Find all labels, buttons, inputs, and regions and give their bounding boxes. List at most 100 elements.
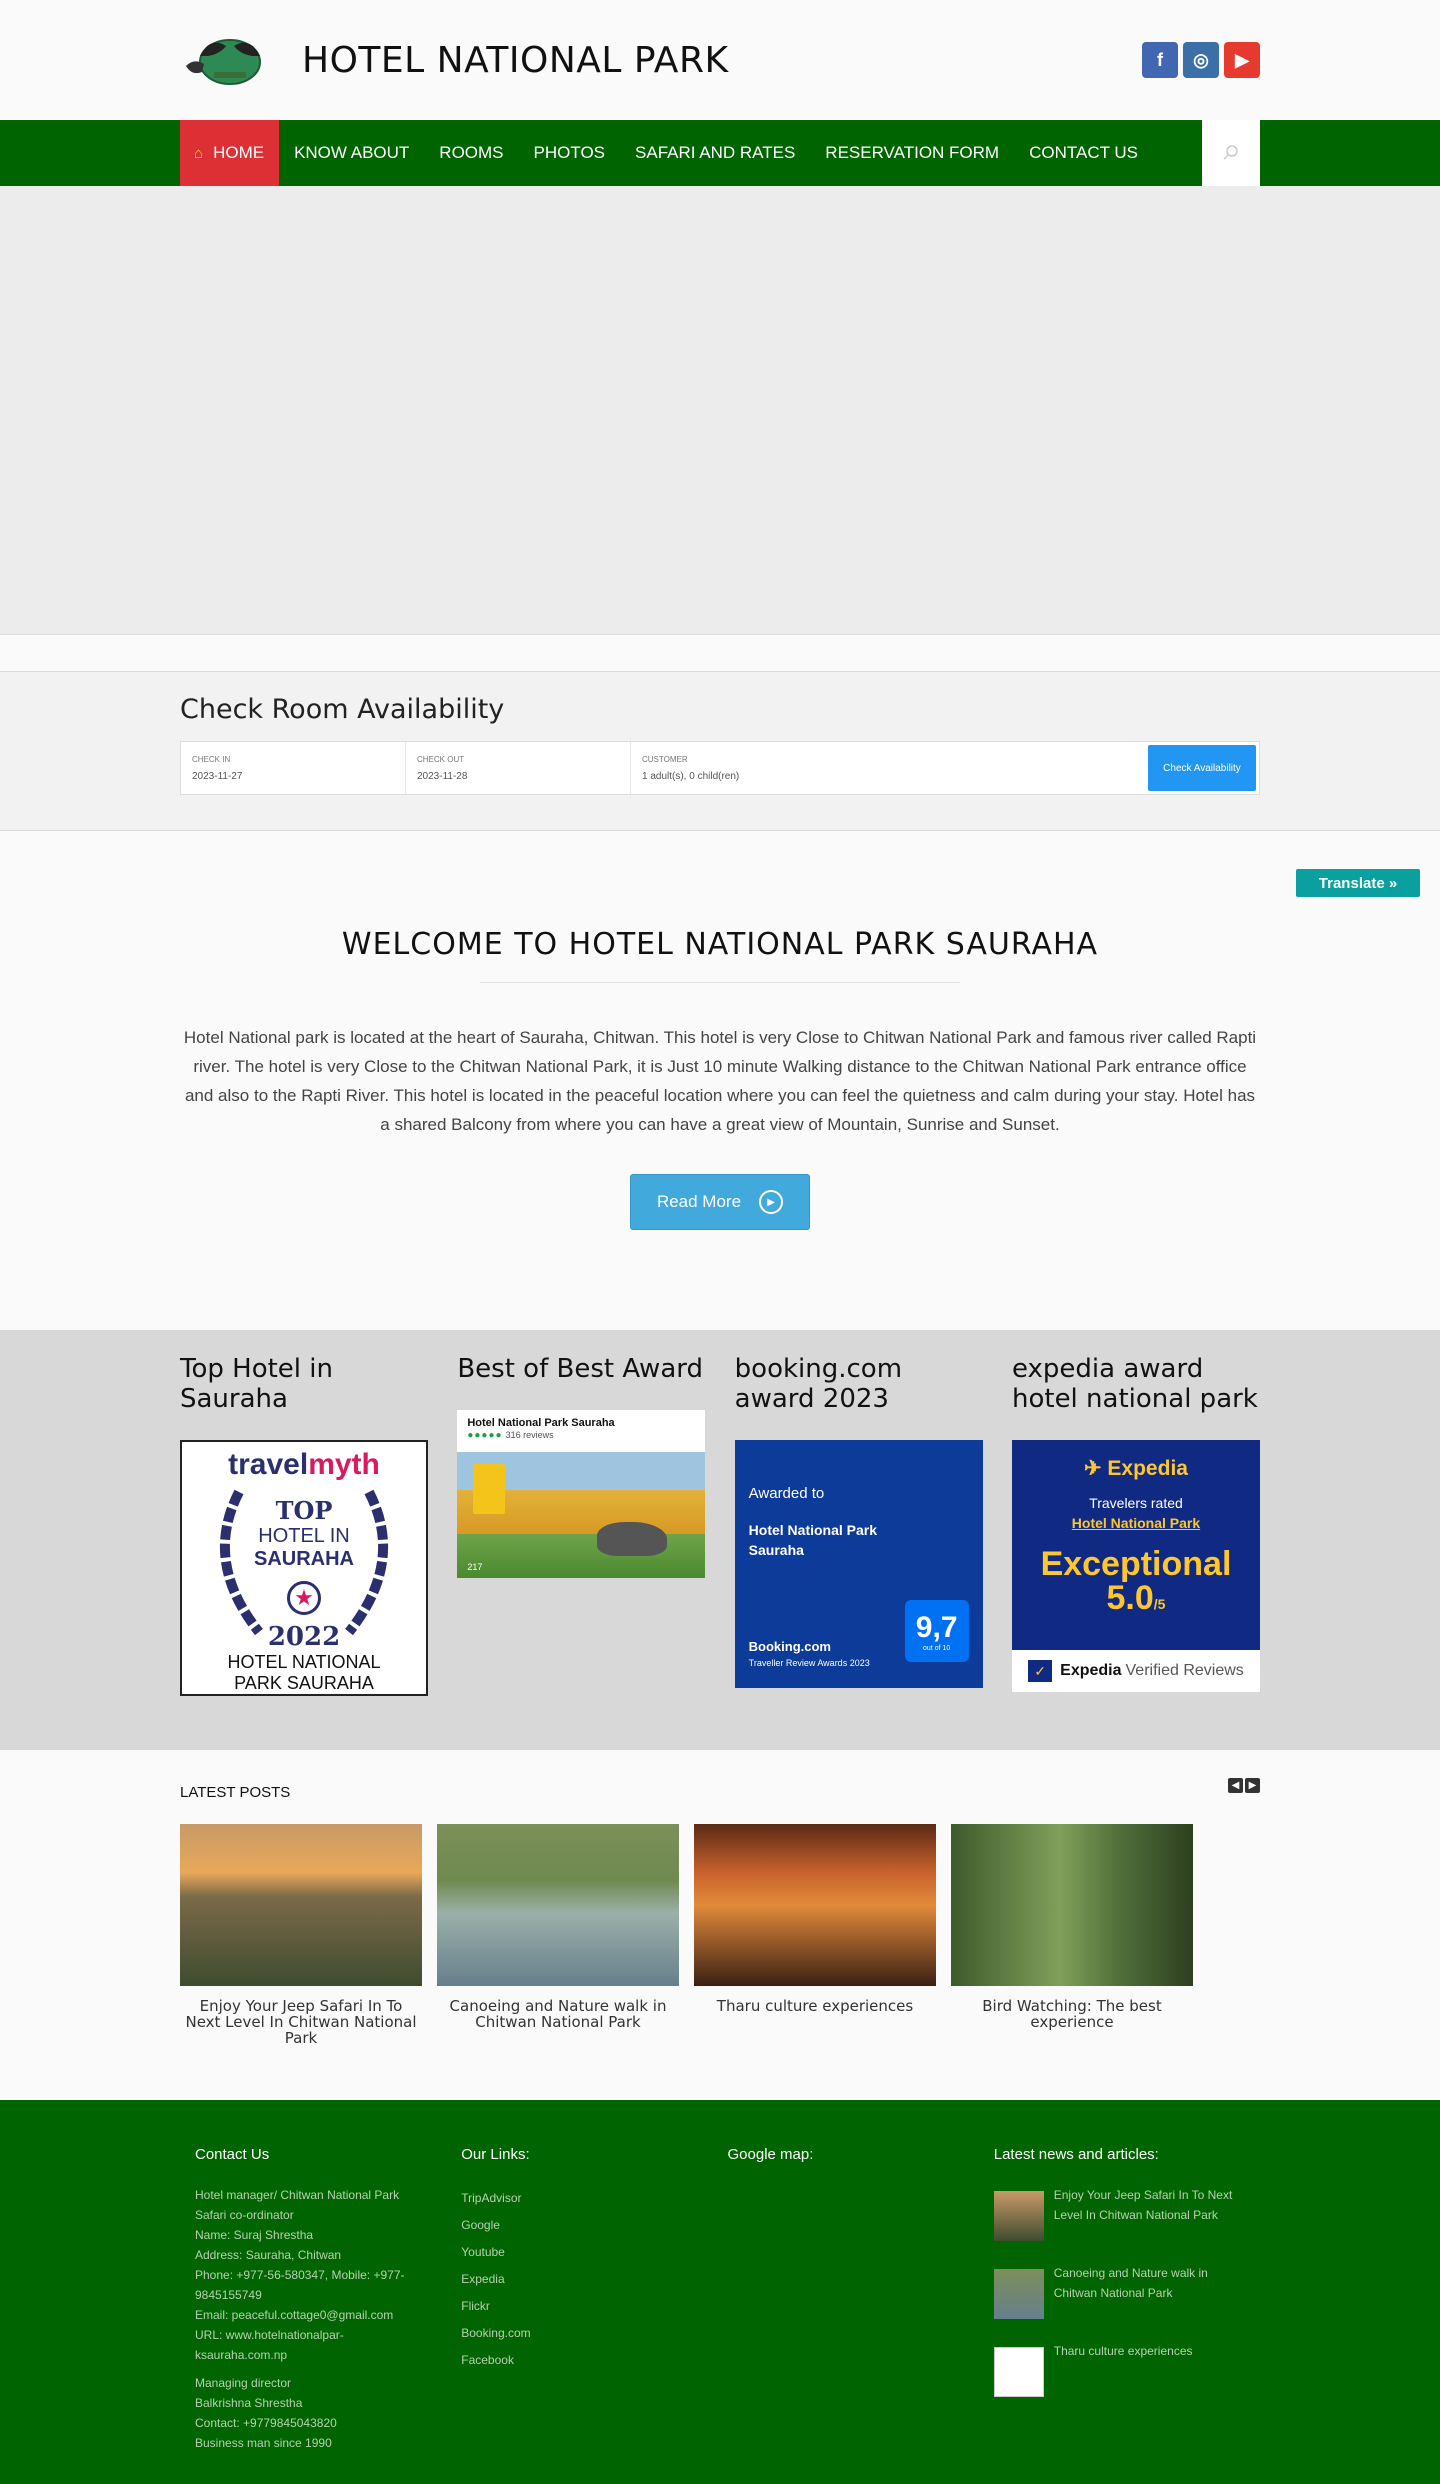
booking-badge[interactable]: Awarded to Hotel National Park Sauraha B… xyxy=(734,1440,983,1688)
next-arrow-icon[interactable]: ▶ xyxy=(1245,1778,1260,1793)
news-thumbnail[interactable] xyxy=(993,2347,1044,2397)
booking-brand: Booking.com xyxy=(748,1639,831,1654)
score-scale: out of 10 xyxy=(923,1644,951,1652)
post-title[interactable]: Enjoy Your Jeep Safari In To Next Level … xyxy=(180,1998,422,2046)
award-card: Top Hotel in Sauraha travelmyth TOP HOTE… xyxy=(180,1354,428,1696)
news-item[interactable]: Tharu culture experiences xyxy=(993,2341,1260,2397)
expedia-logo: ✈ Expedia xyxy=(1084,1456,1188,1481)
check-in-field[interactable]: CHECK IN 2023-11-27 xyxy=(181,742,406,794)
facebook-icon[interactable]: f xyxy=(1142,42,1178,78)
post-title[interactable]: Bird Watching: The best experience xyxy=(951,1998,1193,2030)
brand[interactable]: HOTEL NATIONAL PARK xyxy=(180,32,729,88)
post-item[interactable]: Canoeing and Nature walk in Chitwan Nati… xyxy=(437,1824,679,2046)
nav-reservation-form[interactable]: RESERVATION FORM xyxy=(810,120,1014,186)
rating-dots: ●●●●● xyxy=(467,1430,503,1441)
home-icon: ⌂ xyxy=(194,144,204,162)
translate-button[interactable]: Translate » xyxy=(1296,869,1420,897)
award-title: booking.com award 2023 xyxy=(734,1354,903,1414)
nav-photos[interactable]: PHOTOS xyxy=(519,120,620,186)
footer-link-youtube[interactable]: Youtube xyxy=(461,2239,727,2266)
availability-form: CHECK IN 2023-11-27 CHECK OUT 2023-11-28… xyxy=(180,741,1260,795)
footer-link-google[interactable]: Google xyxy=(461,2212,727,2239)
post-item[interactable]: Tharu culture experiences xyxy=(694,1824,936,2046)
footer-link-facebook[interactable]: Facebook xyxy=(461,2347,727,2374)
logo-image[interactable] xyxy=(180,32,276,88)
footer-link-flickr[interactable]: Flickr xyxy=(461,2293,727,2320)
verified-text: Verified Reviews xyxy=(1125,1662,1244,1679)
verified-brand: Expedia xyxy=(1060,1662,1122,1679)
post-item[interactable]: Enjoy Your Jeep Safari In To Next Level … xyxy=(180,1824,422,2046)
hero-slider[interactable] xyxy=(0,186,1440,635)
latest-posts-section: LATEST POSTS ◀ ▶ Enjoy Your Jeep Safari … xyxy=(0,1750,1440,2100)
youtube-icon[interactable]: ▶ xyxy=(1224,42,1260,78)
award-card: booking.com award 2023 Awarded to Hotel … xyxy=(734,1354,983,1696)
news-thumbnail[interactable] xyxy=(993,2269,1044,2319)
expedia-score: 5.0/5 xyxy=(1107,1581,1166,1621)
site-title[interactable]: HOTEL NATIONAL PARK xyxy=(302,40,729,81)
check-out-field[interactable]: CHECK OUT 2023-11-28 xyxy=(406,742,631,794)
awards-section: Top Hotel in Sauraha travelmyth TOP HOTE… xyxy=(0,1330,1440,1750)
footer-contact: Contact Us Hotel manager/ Chitwan Nation… xyxy=(195,2146,461,2453)
site-footer: Contact Us Hotel manager/ Chitwan Nation… xyxy=(0,2100,1440,2484)
travelmyth-logo-a: travel xyxy=(228,1448,309,1481)
contact-line: Email: peaceful.cottage0@gmail.com xyxy=(195,2308,394,2322)
check-in-value[interactable]: 2023-11-27 xyxy=(192,771,394,782)
customer-value[interactable]: 1 adult(s), 0 child(ren) xyxy=(642,771,1134,782)
news-title[interactable]: Canoeing and Nature walk in Chitwan Nati… xyxy=(1054,2263,1244,2319)
booking-score: 9,7 out of 10 xyxy=(904,1600,969,1662)
check-in-label: CHECK IN xyxy=(192,754,231,764)
post-image[interactable] xyxy=(180,1824,422,1986)
footer-link-booking[interactable]: Booking.com xyxy=(461,2320,727,2347)
post-item[interactable]: Bird Watching: The best experience xyxy=(951,1824,1193,2046)
news-item[interactable]: Canoeing and Nature walk in Chitwan Nati… xyxy=(993,2263,1260,2319)
star-icon: ★ xyxy=(287,1580,321,1615)
hotel-photo: 217 xyxy=(457,1452,706,1578)
prev-arrow-icon[interactable]: ◀ xyxy=(1228,1778,1243,1793)
badge-hotel-line1: Hotel National Park xyxy=(748,1522,878,1538)
customer-field[interactable]: CUSTOMER 1 adult(s), 0 child(ren) xyxy=(631,742,1145,794)
awarded-to: Awarded to xyxy=(748,1485,825,1502)
post-title[interactable]: Tharu culture experiences xyxy=(694,1998,936,2014)
tripadvisor-badge[interactable]: Hotel National Park Sauraha ●●●●● 316 re… xyxy=(457,1410,706,1578)
nav-safari-rates[interactable]: SAFARI AND RATES xyxy=(620,120,810,186)
news-title[interactable]: Tharu culture experiences xyxy=(1054,2341,1244,2397)
footer-map: Google map: xyxy=(728,2146,994,2453)
site-header: HOTEL NATIONAL PARK f ◎ ▶ xyxy=(0,0,1440,120)
footer-link-expedia[interactable]: Expedia xyxy=(461,2266,727,2293)
footer-news-title: Latest news and articles: xyxy=(993,2146,1159,2163)
award-card: Best of Best Award Hotel National Park S… xyxy=(457,1354,706,1696)
nav-contact-us[interactable]: CONTACT US xyxy=(1014,120,1153,186)
news-item[interactable]: Enjoy Your Jeep Safari In To Next Level … xyxy=(993,2185,1260,2241)
post-image[interactable] xyxy=(951,1824,1193,1986)
read-more-button[interactable]: Read More ▶ xyxy=(630,1174,810,1230)
search-icon[interactable] xyxy=(1202,120,1260,186)
footer-map-title: Google map: xyxy=(727,2146,814,2163)
check-availability-button[interactable]: Check Availability xyxy=(1148,745,1256,791)
welcome-divider xyxy=(480,982,960,983)
travelmyth-logo: travelmyth xyxy=(228,1448,380,1482)
post-title[interactable]: Canoeing and Nature walk in Chitwan Nati… xyxy=(437,1998,679,2030)
post-list: Enjoy Your Jeep Safari In To Next Level … xyxy=(180,1824,1260,2046)
nav-rooms[interactable]: ROOMS xyxy=(424,120,518,186)
badge-line1: HOTEL IN xyxy=(258,1524,350,1547)
carousel-controls: ◀ ▶ xyxy=(1228,1778,1260,1793)
nav-know-about[interactable]: KNOW ABOUT xyxy=(279,120,424,186)
welcome-section: Translate » WELCOME TO HOTEL NATIONAL PA… xyxy=(0,831,1440,1330)
verified-reviews: ✓ Expedia Verified Reviews xyxy=(1011,1650,1260,1692)
news-thumbnail[interactable] xyxy=(993,2191,1044,2241)
expedia-logo-text: Expedia xyxy=(1107,1457,1188,1480)
nav-home[interactable]: ⌂ HOME xyxy=(180,120,280,186)
nav-home-label: HOME xyxy=(213,143,265,162)
post-image[interactable] xyxy=(437,1824,679,1986)
instagram-icon[interactable]: ◎ xyxy=(1183,42,1219,78)
badge-name2: PARK SAURAHA xyxy=(234,1673,374,1693)
travelmyth-badge[interactable]: travelmyth TOP HOTEL IN SAURAHA ★ 2022 H… xyxy=(180,1440,428,1696)
news-title[interactable]: Enjoy Your Jeep Safari In To Next Level … xyxy=(1054,2185,1244,2241)
contact-line: Hotel manager/ Chitwan National Park xyxy=(195,2188,400,2202)
latest-posts-title: LATEST POSTS xyxy=(180,1784,291,1801)
post-image[interactable] xyxy=(694,1824,936,1986)
footer-link-tripadvisor[interactable]: TripAdvisor xyxy=(461,2185,727,2212)
expedia-badge[interactable]: ✈ Expedia Travelers rated Hotel National… xyxy=(1011,1440,1260,1692)
contact-line: URL: www.hotelnationalpar- xyxy=(195,2328,344,2342)
check-out-value[interactable]: 2023-11-28 xyxy=(417,771,619,782)
